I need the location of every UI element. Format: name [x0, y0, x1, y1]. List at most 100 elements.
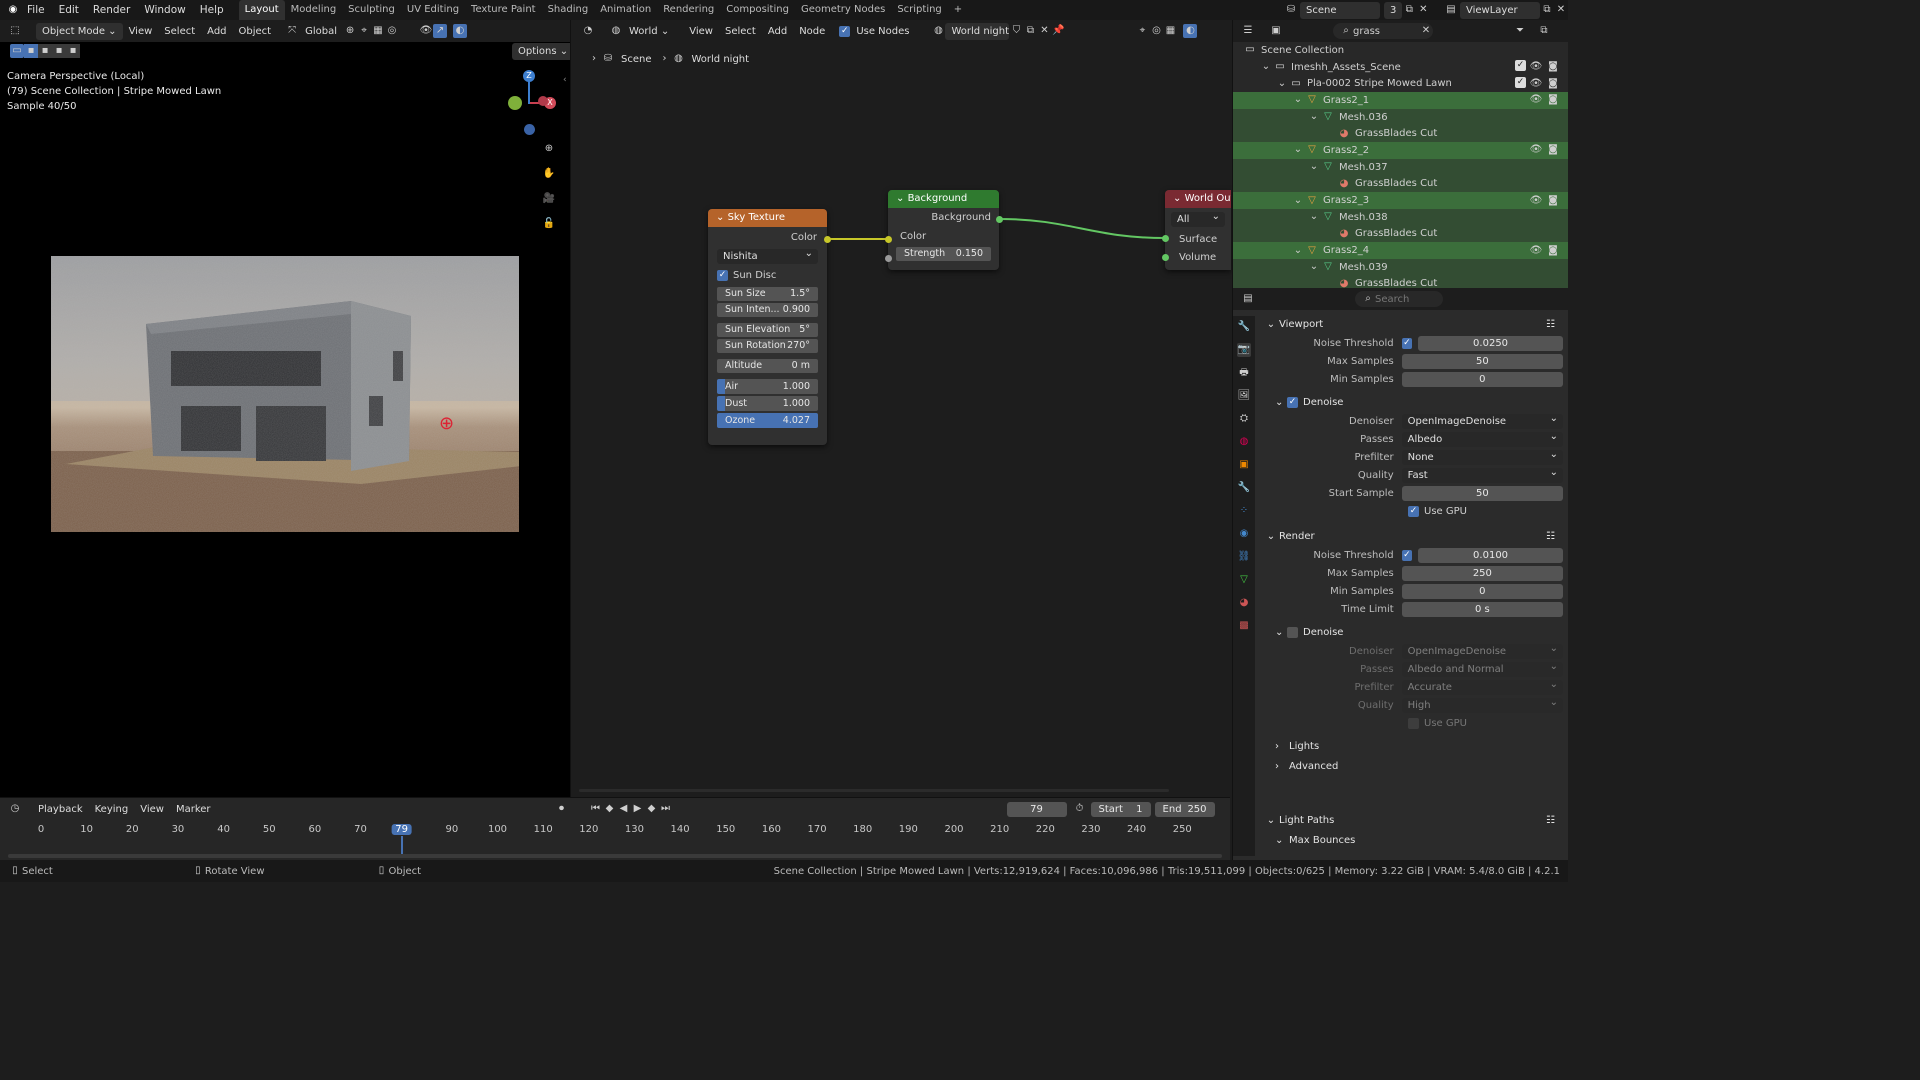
- outliner-row[interactable]: ⌄ ▭ Pla-0002 Stripe Mowed Lawn ✓ 👁 ◙: [1233, 75, 1568, 92]
- max-bounces-header[interactable]: ⌄ Max Bounces: [1263, 830, 1563, 850]
- zoom-icon[interactable]: ⊕: [542, 142, 556, 156]
- rd-min-samples-field[interactable]: 0: [1401, 583, 1563, 599]
- tab-uv-editing[interactable]: UV Editing: [401, 0, 465, 20]
- eye-icon[interactable]: 👁: [1529, 60, 1543, 74]
- rd-time-limit-field[interactable]: 0 s: [1401, 601, 1563, 617]
- constraints-tab-icon[interactable]: ⛓: [1237, 550, 1251, 564]
- timeline-menu-keying[interactable]: Keying: [89, 804, 135, 815]
- view-layer-tab-icon[interactable]: 🖼: [1237, 389, 1251, 403]
- current-frame-field[interactable]: 79: [1006, 801, 1067, 817]
- material-tab-icon[interactable]: ◕: [1237, 596, 1251, 610]
- start-frame-field[interactable]: Start 1: [1090, 801, 1151, 817]
- proportional-edit-icon[interactable]: ◎: [385, 24, 399, 38]
- close-icon[interactable]: ✕: [1554, 3, 1568, 17]
- rd-denoise-checkbox[interactable]: [1287, 626, 1298, 638]
- hand-pan-icon[interactable]: ✋: [542, 167, 556, 181]
- viewport-menu-select[interactable]: Select: [158, 26, 201, 37]
- vp-min-samples-field[interactable]: 0: [1401, 371, 1563, 387]
- camera-icon[interactable]: ◙: [1546, 143, 1560, 157]
- tab-rendering[interactable]: Rendering: [657, 0, 720, 20]
- scene-tab-icon[interactable]: ⛭: [1237, 412, 1251, 426]
- snap-target-icon[interactable]: ▦: [371, 24, 385, 38]
- outliner-row[interactable]: ⌄ ▽ Mesh.037: [1233, 158, 1568, 176]
- modifier-tab-icon[interactable]: 🔧: [1237, 481, 1251, 495]
- new-view-layer-icon[interactable]: ⧉: [1540, 3, 1554, 17]
- filter-icon[interactable]: ⏷: [1513, 24, 1527, 38]
- view-layer-selector[interactable]: ▤ ViewLayer ⧉ ✕: [1444, 0, 1568, 20]
- sky-type-dropdown[interactable]: Nishita: [717, 246, 818, 264]
- scene-selector[interactable]: ⛁ Scene 3 ⧉ ✕: [1284, 0, 1430, 20]
- light-paths-header[interactable]: ⌄ Light Paths ☷: [1263, 810, 1563, 830]
- vp-noise-checkbox[interactable]: ✓: [1401, 337, 1413, 349]
- 3d-cursor-icon[interactable]: ⊕: [439, 413, 454, 434]
- menu-window[interactable]: Window: [137, 0, 192, 20]
- y-axis-handle[interactable]: [508, 96, 522, 110]
- rd-max-samples-field[interactable]: 250: [1401, 565, 1563, 581]
- chevron-down-icon[interactable]: ⌄: [1307, 160, 1321, 174]
- end-frame-field[interactable]: End 250: [1154, 801, 1215, 817]
- vp-denoise-header[interactable]: ⌄ ✓ Denoise: [1263, 392, 1563, 412]
- sun-disc-row[interactable]: ✓ Sun Disc: [717, 270, 818, 281]
- outliner-row[interactable]: ⌄ ▽ Mesh.038: [1233, 208, 1568, 226]
- camera-icon[interactable]: 🎥: [542, 192, 556, 206]
- close-icon[interactable]: ✕: [1416, 3, 1430, 17]
- timeline-menu-marker[interactable]: Marker: [170, 804, 217, 815]
- chevron-down-icon[interactable]: ⌄: [1291, 244, 1305, 258]
- options-button[interactable]: Options ⌄: [512, 43, 575, 60]
- viewport-menu-object[interactable]: Object: [233, 26, 278, 37]
- menu-file[interactable]: File: [20, 0, 52, 20]
- exclude-checkbox[interactable]: ✓: [1515, 76, 1526, 88]
- camera-icon[interactable]: ◙: [1546, 60, 1560, 74]
- timeline-scrollbar[interactable]: [8, 854, 1222, 858]
- rd-prefilter-dropdown[interactable]: Accurate: [1401, 677, 1563, 695]
- eye-icon[interactable]: 👁: [1529, 244, 1543, 258]
- vp-start-sample-field[interactable]: 50: [1401, 485, 1563, 501]
- properties-editor[interactable]: ▤ ⌕ Search 🔧 📷 🖶 🖼 ⛭ ◍ ▣ 🔧 ⁘ ◉ ⛓ ▽ ◕ ▩ ⌄…: [1232, 288, 1568, 860]
- vp-passes-dropdown[interactable]: Albedo: [1401, 429, 1563, 447]
- menu-help[interactable]: Help: [193, 0, 231, 20]
- lock-icon[interactable]: 🔓: [542, 217, 556, 231]
- tab-compositing[interactable]: Compositing: [720, 0, 795, 20]
- lights-section[interactable]: › Lights: [1263, 736, 1563, 756]
- prev-keyframe-icon[interactable]: ◆: [603, 802, 617, 816]
- sky-slider-air[interactable]: Air 1.000: [717, 379, 818, 394]
- select-extend-icon[interactable]: ▪: [38, 44, 52, 58]
- tab-geometry-nodes[interactable]: Geometry Nodes: [795, 0, 891, 20]
- render-section-header[interactable]: ⌄ Render ☷: [1263, 526, 1563, 546]
- vp-prefilter-dropdown[interactable]: None: [1401, 447, 1563, 465]
- outliner-row[interactable]: ◕ GrassBlades Cut: [1233, 225, 1568, 243]
- snap-icon[interactable]: ⌖: [357, 24, 371, 38]
- timeline[interactable]: ◷ Playback Keying View Marker ⏺ ⏮ ◆ ◀ ▶ ◆ ⏭…: [0, 797, 1230, 860]
- new-scene-icon[interactable]: ⧉: [1402, 3, 1416, 17]
- neg-y-axis-handle[interactable]: [538, 96, 548, 106]
- outliner-search-input[interactable]: grass: [1353, 26, 1419, 37]
- vp-noise-threshold-field[interactable]: 0.0250: [1418, 335, 1563, 351]
- menu-render[interactable]: Render: [86, 0, 137, 20]
- outliner-row[interactable]: ◕ GrassBlades Cut: [1233, 175, 1568, 193]
- sky-field-1[interactable]: Sun Inten... 0.900: [717, 303, 818, 317]
- outliner-row[interactable]: ◕ GrassBlades Cut: [1233, 125, 1568, 143]
- chevron-down-icon[interactable]: ⌄: [1259, 60, 1273, 74]
- sky-field-4[interactable]: Altitude 0 m: [717, 359, 818, 373]
- outliner[interactable]: ☰ ▣ ⌕ grass ✕ ⏷ ⧉ ▭ Scene Collection ⌄ ▭ Ime…: [1232, 20, 1568, 293]
- world-output-node[interactable]: ⌄ World Outp All Surface Volume: [1165, 190, 1231, 270]
- bg-color-socket[interactable]: [885, 236, 892, 243]
- advanced-section[interactable]: › Advanced: [1263, 756, 1563, 776]
- outliner-row[interactable]: ▭ Scene Collection: [1233, 42, 1568, 59]
- display-mode-icon[interactable]: ▣: [1269, 24, 1283, 38]
- select-new-icon[interactable]: ▪: [24, 44, 38, 58]
- properties-search-input[interactable]: Search: [1375, 294, 1409, 305]
- vp-denoise-checkbox[interactable]: ✓: [1287, 396, 1298, 408]
- rd-use-gpu-checkbox[interactable]: [1408, 717, 1419, 729]
- data-tab-icon[interactable]: ▽: [1237, 573, 1251, 587]
- mode-dropdown[interactable]: Object Mode ⌄: [36, 22, 123, 40]
- node-editor[interactable]: ◔ ◍ World ⌄ View Select Add Node ✓ Use Node…: [570, 20, 1231, 797]
- list-icon[interactable]: ☷: [1546, 531, 1555, 542]
- eye-icon[interactable]: 👁: [1529, 93, 1543, 107]
- play-icon[interactable]: ▶: [631, 802, 645, 816]
- properties-search[interactable]: ⌕ Search: [1355, 291, 1443, 307]
- background-node[interactable]: ⌄ Background Background Color Strength 0.…: [888, 190, 999, 270]
- outliner-row[interactable]: ⌄ ▽ Grass2_2 👁 ◙: [1233, 142, 1568, 159]
- scene-name-field[interactable]: Scene: [1300, 1, 1380, 19]
- outliner-row[interactable]: ⌄ ▽ Grass2_4 👁 ◙: [1233, 242, 1568, 259]
